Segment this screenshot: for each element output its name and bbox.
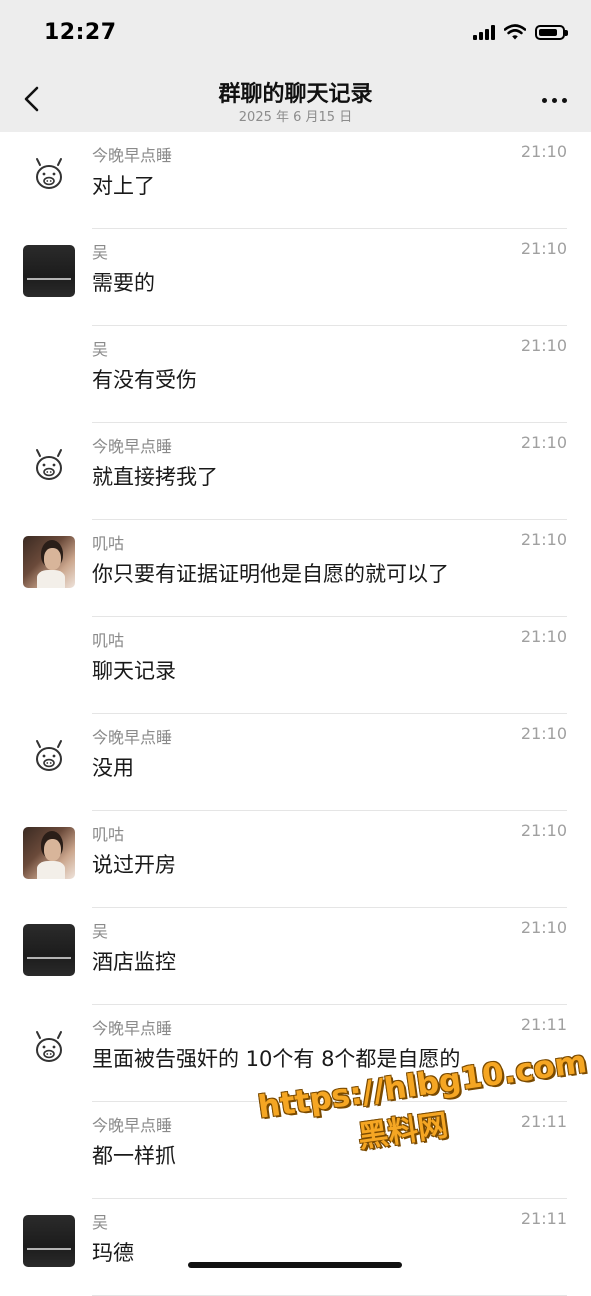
message-text: 聊天记录 (92, 659, 176, 683)
home-indicator (188, 1262, 402, 1268)
message-text: 说过开房 (92, 853, 176, 877)
message-list: 今晚早点睡 21:10 对上了吴 21:10 需要的吴 21:10 有没有受伤 今晚早点睡 21… (0, 132, 591, 1296)
sender-name: 吴 (92, 922, 109, 941)
sender-name: 吴 (92, 243, 109, 262)
message-text: 都一样抓 (92, 1144, 176, 1168)
message-time: 21:10 (520, 433, 567, 452)
message-text: 玛德 (92, 1241, 134, 1265)
sender-name: 今晚早点睡 (92, 1116, 173, 1135)
message-text: 酒店监控 (92, 950, 176, 974)
message-row[interactable]: 吴 21:10 有没有受伤 (0, 326, 591, 423)
more-options-icon[interactable] (542, 98, 567, 103)
message-text: 就直接拷我了 (92, 465, 218, 489)
avatar[interactable] (23, 730, 75, 782)
avatar[interactable] (23, 536, 75, 588)
sender-name: 今晚早点睡 (92, 146, 173, 165)
status-icons (473, 24, 568, 40)
message-time: 21:11 (520, 1209, 567, 1228)
message-row[interactable]: 吴 21:10 酒店监控 (0, 908, 591, 1005)
message-row[interactable]: 叽咕 21:10 说过开房 (0, 811, 591, 908)
sender-name: 吴 (92, 340, 109, 359)
message-time: 21:11 (520, 1112, 567, 1131)
message-row[interactable]: 今晚早点睡 21:10 就直接拷我了 (0, 423, 591, 520)
sender-name: 叽咕 (92, 534, 125, 553)
message-row[interactable]: 叽咕 21:10 聊天记录 (0, 617, 591, 714)
sender-name: 今晚早点睡 (92, 437, 173, 456)
battery-icon (535, 24, 568, 40)
nav-bar: 群聊的聊天记录 2025 年 6 月15 日 (0, 70, 591, 132)
message-time: 21:11 (520, 1015, 567, 1034)
message-row[interactable]: 今晚早点睡 21:10 对上了 (0, 132, 591, 229)
message-row[interactable]: 今晚早点睡 21:10 没用 (0, 714, 591, 811)
avatar[interactable] (23, 924, 75, 976)
message-time: 21:10 (520, 336, 567, 355)
avatar[interactable] (23, 148, 75, 200)
message-time: 21:10 (520, 530, 567, 549)
page-title: 群聊的聊天记录 (218, 82, 373, 107)
message-row[interactable]: 吴 21:11 玛德 (0, 1199, 591, 1296)
sender-name: 今晚早点睡 (92, 1019, 173, 1038)
message-text: 对上了 (92, 174, 155, 198)
message-time: 21:10 (520, 724, 567, 743)
message-row[interactable]: 今晚早点睡 21:11 都一样抓 (0, 1102, 591, 1199)
message-text: 你只要有证据证明他是自愿的就可以了 (92, 562, 449, 586)
avatar[interactable] (23, 1021, 75, 1073)
message-time: 21:10 (520, 627, 567, 646)
message-text: 有没有受伤 (92, 368, 197, 392)
avatar[interactable] (23, 1215, 75, 1267)
sender-name: 吴 (92, 1213, 109, 1232)
page-subtitle-date: 2025 年 6 月15 日 (238, 110, 353, 125)
message-time: 21:10 (520, 821, 567, 840)
avatar[interactable] (23, 245, 75, 297)
avatar[interactable] (23, 439, 75, 491)
message-row[interactable]: 叽咕 21:10 你只要有证据证明他是自愿的就可以了 (0, 520, 591, 617)
sender-name: 叽咕 (92, 631, 125, 650)
message-text: 需要的 (92, 271, 155, 295)
message-text: 里面被告强奸的 10个有 8个都是自愿的 (92, 1047, 461, 1071)
wifi-icon (504, 24, 526, 40)
message-time: 21:10 (520, 142, 567, 161)
sender-name: 今晚早点睡 (92, 728, 173, 747)
status-bar: 12:27 (0, 0, 591, 70)
message-row[interactable]: 吴 21:10 需要的 (0, 229, 591, 326)
status-time: 12:27 (44, 20, 117, 45)
message-row[interactable]: 今晚早点睡 21:11 里面被告强奸的 10个有 8个都是自愿的 (0, 1005, 591, 1102)
message-time: 21:10 (520, 918, 567, 937)
sender-name: 叽咕 (92, 825, 125, 844)
message-text: 没用 (92, 756, 134, 780)
signal-icon (473, 24, 495, 40)
avatar[interactable] (23, 827, 75, 879)
message-time: 21:10 (520, 239, 567, 258)
